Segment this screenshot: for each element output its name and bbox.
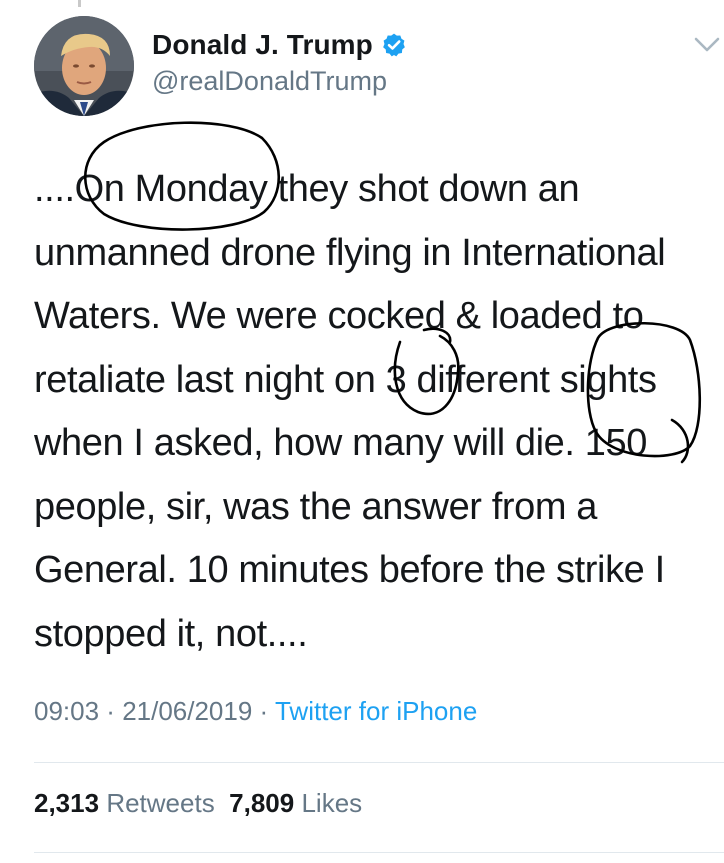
verified-badge-icon xyxy=(383,33,405,57)
tweet-text: ....On Monday they shot down an unmanned… xyxy=(34,158,724,666)
tweet-text-line: retaliate last night on 3 different sigh… xyxy=(34,358,657,401)
author-display-name[interactable]: Donald J. Trump xyxy=(152,29,373,61)
tweet-text-line: General. 10 minutes before the strike I xyxy=(34,549,665,591)
tweet-source-link[interactable]: Twitter for iPhone xyxy=(275,696,477,726)
author-name-row: Donald J. Trump xyxy=(152,28,407,62)
likes-stat[interactable]: 7,809 Likes xyxy=(229,788,362,818)
likes-label: Likes xyxy=(301,788,363,818)
retweets-label: Retweets xyxy=(106,788,215,818)
avatar[interactable] xyxy=(34,16,134,116)
tweet-card: Donald J. Trump @realDonaldTrump ....On … xyxy=(0,0,724,863)
tweet-text-line: stopped it, not.... xyxy=(34,612,308,655)
tweet-text-line: people, sir, was the answer from a xyxy=(34,485,598,528)
divider xyxy=(34,762,724,763)
avatar-image xyxy=(34,16,134,116)
tweet-text-line: Waters. We were cocked & loaded to xyxy=(34,295,644,337)
retweets-count: 2,313 xyxy=(34,788,100,818)
tweet-stats: 2,313 Retweets 7,809 Likes xyxy=(34,788,362,819)
tweet-meta: 09:03 · 21/06/2019 · Twitter for iPhone xyxy=(34,696,477,727)
meta-separator: · xyxy=(252,696,275,726)
scroll-indicator xyxy=(78,0,81,7)
meta-separator: · xyxy=(99,696,123,726)
tweet-text-line: unmanned drone flying in International xyxy=(34,231,666,274)
tweet-text-line: ....On Monday they shot down an xyxy=(34,168,580,210)
chevron-down-icon[interactable] xyxy=(694,36,720,54)
tweet-time[interactable]: 09:03 xyxy=(34,696,99,726)
tweet-date[interactable]: 21/06/2019 xyxy=(122,696,252,726)
retweets-stat[interactable]: 2,313 Retweets xyxy=(34,788,215,818)
likes-count: 7,809 xyxy=(229,788,295,818)
tweet-text-line: when I asked, how many will die. 150 xyxy=(34,422,647,464)
author-info: Donald J. Trump @realDonaldTrump xyxy=(152,28,407,97)
author-handle[interactable]: @realDonaldTrump xyxy=(152,66,407,97)
divider xyxy=(34,852,724,853)
